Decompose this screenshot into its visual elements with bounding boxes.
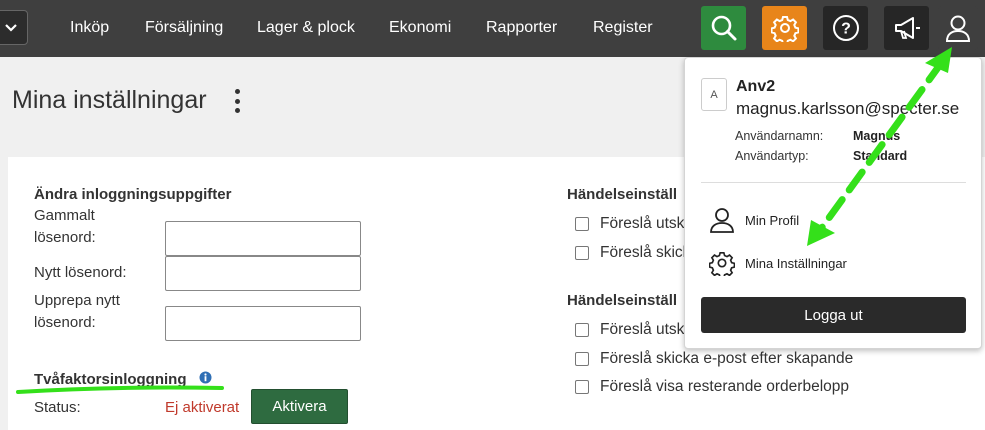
event-option-row[interactable]: Föreslå skick	[575, 244, 690, 262]
my-profile-link[interactable]: Min Profil	[709, 206, 799, 234]
user-menu-button[interactable]	[938, 6, 978, 50]
gear-icon	[770, 16, 799, 42]
announcements-button[interactable]	[884, 6, 929, 50]
nav-item-lager-plock[interactable]: Lager & plock	[257, 19, 355, 37]
repeat-password-input[interactable]	[165, 306, 361, 341]
event-option-label: Föreslå utsk	[600, 321, 685, 338]
my-settings-link[interactable]: Mina Inställningar	[709, 250, 847, 276]
two-factor-heading: Tvåfaktorsinloggning	[34, 371, 187, 388]
divider	[701, 182, 966, 183]
nav-item-register[interactable]: Register	[593, 19, 653, 37]
two-factor-status-value: Ej aktiverat	[165, 399, 240, 416]
info-icon[interactable]	[199, 371, 212, 384]
repeat-password-label: Upprepa nytt lösenord:	[34, 292, 120, 331]
page-title: Mina inställningar	[12, 86, 207, 114]
event-option-label: Föreslå skicka e-post efter skapande	[600, 350, 854, 367]
user-dropdown-menu: A Anv2 magnus.karlsson@specter.se Använd…	[684, 57, 982, 349]
user-display-name: Anv2	[736, 78, 776, 95]
new-password-label: Nytt lösenord:	[34, 264, 127, 281]
old-password-input[interactable]	[165, 221, 361, 256]
svg-text:?: ?	[841, 21, 851, 38]
user-icon	[945, 15, 971, 42]
event-option-row[interactable]: Föreslå utsk	[575, 321, 684, 339]
checkbox[interactable]	[575, 246, 589, 260]
event-option-label: Föreslå visa resterande orderbelopp	[600, 378, 849, 395]
nav-item-rapporter[interactable]: Rapporter	[486, 19, 557, 37]
event-option-label: Föreslå skick	[600, 244, 691, 261]
checkbox[interactable]	[575, 217, 589, 231]
event-option-label: Föreslå utsk	[600, 215, 685, 232]
old-password-label: Gammalt lösenord:	[34, 207, 96, 246]
gear-icon	[709, 251, 735, 276]
event-option-row[interactable]: Föreslå utsk	[575, 215, 684, 233]
megaphone-icon	[894, 17, 920, 39]
event-option-row[interactable]: Föreslå skicka e-post efter skapande	[575, 350, 853, 368]
search-button[interactable]	[701, 6, 746, 50]
menu-toggle-button[interactable]	[0, 10, 28, 45]
checkbox[interactable]	[575, 380, 589, 394]
usertype-label: Användartyp:	[735, 149, 809, 163]
checkbox[interactable]	[575, 323, 589, 337]
top-navigation-bar: Inköp Försäljning Lager & plock Ekonomi …	[0, 0, 985, 57]
event-settings-heading-2: Händelseinställ	[567, 292, 678, 309]
nav-item-inkop[interactable]: Inköp	[70, 19, 109, 37]
user-email: magnus.karlsson@specter.se	[736, 99, 960, 118]
user-icon	[710, 208, 734, 233]
help-button[interactable]: ?	[823, 6, 868, 50]
login-settings-heading: Ändra inloggningsuppgifter	[34, 186, 232, 203]
username-label: Användarnamn:	[735, 129, 824, 143]
nav-item-forsaljning[interactable]: Försäljning	[145, 19, 223, 37]
nav-item-ekonomi[interactable]: Ekonomi	[389, 19, 451, 37]
new-password-input[interactable]	[165, 256, 361, 291]
checkbox[interactable]	[575, 352, 589, 366]
username-value: Magnus	[853, 129, 901, 143]
activate-two-factor-button[interactable]: Aktivera	[251, 389, 348, 424]
avatar: A	[701, 78, 727, 111]
help-icon: ?	[832, 15, 859, 41]
search-icon	[711, 15, 736, 41]
two-factor-status-label: Status:	[34, 399, 81, 416]
usertype-value: Standard	[853, 149, 908, 163]
event-settings-heading-1: Händelseinställ	[567, 186, 678, 203]
settings-button[interactable]	[762, 6, 807, 50]
chevron-down-icon	[5, 23, 17, 32]
page-options-menu-icon[interactable]	[233, 89, 241, 113]
event-option-row[interactable]: Föreslå visa resterande orderbelopp	[575, 378, 849, 396]
logout-button[interactable]: Logga ut	[701, 297, 966, 333]
